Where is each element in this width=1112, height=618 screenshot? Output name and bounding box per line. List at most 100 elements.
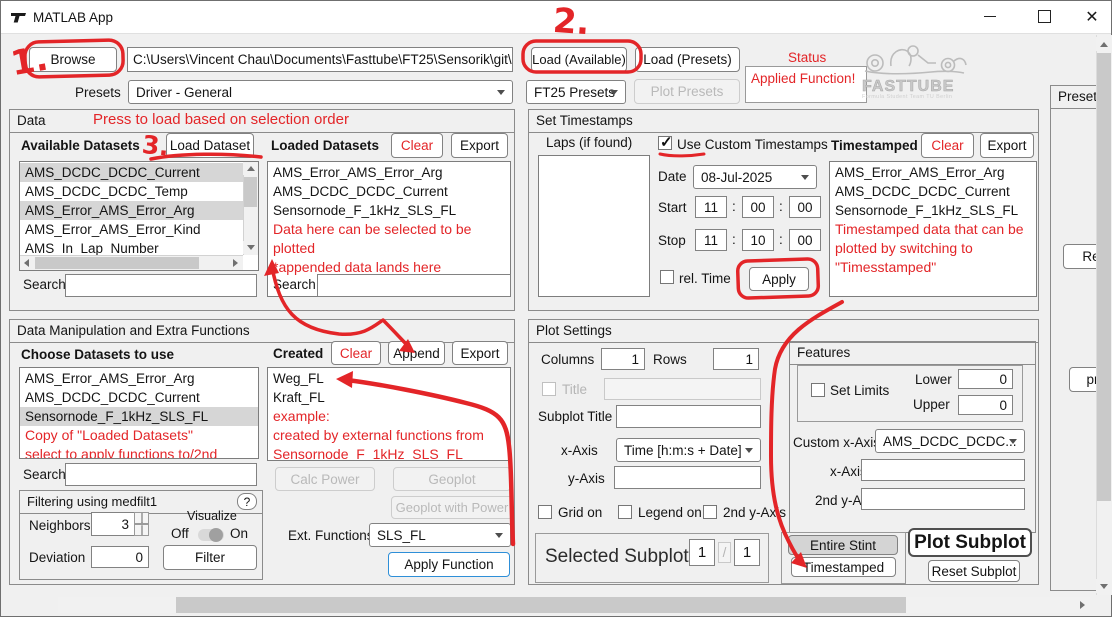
list-item[interactable]: AMS_DCDC_DCDC_Current: [20, 163, 258, 182]
clear-loaded-button[interactable]: Clear: [391, 133, 443, 158]
apply-timestamps-button[interactable]: Apply: [749, 267, 809, 291]
clear-timestamped-button[interactable]: Clear: [921, 133, 974, 158]
ft25-presets-dropdown[interactable]: FT25 Presets: [526, 80, 626, 104]
available-search-input[interactable]: [65, 274, 257, 297]
subplot-title-field[interactable]: [616, 405, 761, 428]
scroll-down-arrow[interactable]: [243, 241, 258, 254]
export-timestamped-button[interactable]: Export: [980, 133, 1034, 158]
ext-functions-dropdown[interactable]: SLS_FL: [369, 523, 511, 547]
title-field[interactable]: [604, 378, 761, 400]
list-item[interactable]: Sensornode_F_1kHz_SLS_FL: [268, 201, 510, 220]
lower-field[interactable]: 0: [958, 369, 1013, 389]
deviation-field[interactable]: 0: [91, 546, 149, 568]
grid-on-checkbox[interactable]: [538, 505, 552, 519]
list-item[interactable]: Kraft_FL: [268, 388, 510, 407]
apply-function-button[interactable]: Apply Function: [388, 552, 510, 577]
loaded-search-input[interactable]: [317, 274, 511, 297]
rows-field[interactable]: 1: [713, 348, 759, 370]
filter-button[interactable]: Filter: [163, 545, 257, 570]
list-item[interactable]: AMS_DCDC_DCDC_Current: [20, 388, 258, 407]
reset-subplot-button[interactable]: Reset Subplot: [928, 560, 1020, 582]
list-item[interactable]: Sensornode_F_1kHz_SLS_FL: [830, 201, 1036, 220]
list-item[interactable]: AMS_DCDC_DCDC_Current: [830, 182, 1036, 201]
title-checkbox[interactable]: [542, 382, 556, 396]
stop-second-field[interactable]: 00: [789, 229, 821, 251]
calc-power-button[interactable]: Calc Power: [275, 467, 375, 491]
stop-hour-field[interactable]: 11: [695, 229, 727, 251]
plot-subplot-button[interactable]: Plot Subplot: [908, 528, 1032, 557]
maximize-button[interactable]: [1027, 3, 1061, 30]
list-item[interactable]: AMS_DCDC_DCDC_Current: [268, 182, 510, 201]
load-presets-button[interactable]: Load (Presets): [635, 47, 740, 72]
geoplot-with-power-button[interactable]: Geoplot with Power: [391, 496, 513, 519]
append-button[interactable]: Append: [388, 341, 445, 365]
visualize-toggle[interactable]: [198, 529, 224, 541]
export-loaded-button[interactable]: Export: [451, 133, 508, 158]
list-item[interactable]: AMS_Error_AMS_Error_Arg: [20, 369, 258, 388]
list-item[interactable]: Sensornode_F_1kHz_SLS_FL: [268, 445, 510, 461]
scroll-right-arrow[interactable]: [1074, 597, 1090, 613]
browse-button[interactable]: Browse: [29, 47, 117, 72]
list-item[interactable]: Weg_FL: [268, 369, 510, 388]
list-item[interactable]: AMS_DCDC_DCDC_Temp: [20, 182, 258, 201]
file-path-field[interactable]: C:\Users\Vincent Chau\Documents\Fasttube…: [127, 47, 513, 72]
scroll-right-arrow[interactable]: [228, 256, 242, 269]
subplot-total-field[interactable]: 1: [734, 539, 760, 566]
list-item[interactable]: AMS_Error_AMS_Error_Arg: [268, 163, 510, 182]
list-item[interactable]: Timestamped data that can be plotted by …: [830, 220, 1036, 277]
laps-list[interactable]: [538, 155, 650, 297]
y-axis-field[interactable]: [614, 466, 761, 489]
help-button[interactable]: ?: [237, 493, 257, 510]
list-item[interactable]: Sensornode_F_1kHz_SLS_FL: [20, 407, 258, 426]
list-item[interactable]: AMS_Error_AMS_Error_Arg: [20, 201, 258, 220]
list-item[interactable]: created by external functions from: [268, 426, 510, 445]
close-button[interactable]: ✕: [1075, 3, 1109, 30]
stop-minute-field[interactable]: 10: [742, 229, 774, 251]
neighbors-stepper[interactable]: 3: [91, 512, 135, 536]
x-axis-dropdown[interactable]: Time [h:m:s + Date]: [616, 438, 761, 462]
columns-field[interactable]: 1: [601, 348, 645, 370]
start-minute-field[interactable]: 00: [742, 196, 774, 218]
features-2nd-y-field[interactable]: [861, 488, 1025, 510]
hscroll-thumb[interactable]: [176, 597, 906, 613]
minimize-button[interactable]: [973, 3, 1007, 30]
list-item[interactable]: AMS_Error_AMS_Error_Kind: [20, 220, 258, 239]
geoplot-button[interactable]: Geoplot: [393, 467, 511, 491]
plot-presets-button[interactable]: Plot Presets: [634, 79, 740, 104]
start-hour-field[interactable]: 11: [695, 196, 727, 218]
list-item[interactable]: select to apply functions to/2nd yaxis: [20, 445, 258, 459]
second-y-axis-checkbox[interactable]: [703, 505, 717, 519]
scroll-down-arrow[interactable]: [1096, 579, 1112, 593]
load-available-button[interactable]: Load (Available): [531, 47, 627, 72]
spinner-down-icon[interactable]: [134, 524, 149, 536]
list-item[interactable]: Data here can be selected to be plotted: [268, 220, 510, 258]
toggle-knob[interactable]: [209, 528, 223, 542]
list-item[interactable]: Copy of "Loaded Datasets": [20, 426, 258, 445]
export-created-button[interactable]: Export: [452, 341, 508, 365]
timestamped-button[interactable]: Timestamped: [791, 557, 896, 577]
list-item[interactable]: AMS_Error_AMS_Error_Arg: [830, 163, 1036, 182]
spinner-up-icon[interactable]: [134, 512, 149, 524]
hscroll-thumb[interactable]: [35, 257, 199, 269]
use-custom-timestamps-checkbox[interactable]: [658, 136, 672, 150]
rel-time-checkbox[interactable]: [660, 270, 674, 284]
vscroll-thumb[interactable]: [244, 177, 257, 207]
scroll-up-arrow[interactable]: [243, 162, 258, 175]
set-limits-checkbox[interactable]: [811, 383, 825, 397]
subplot-index-field[interactable]: 1: [689, 539, 715, 566]
choose-search-input[interactable]: [65, 463, 257, 486]
neighbors-spinner-arrows[interactable]: [134, 512, 149, 536]
clear-created-button[interactable]: Clear: [331, 341, 381, 365]
scroll-left-arrow[interactable]: [20, 256, 33, 269]
upper-field[interactable]: 0: [958, 395, 1013, 415]
legend-on-checkbox[interactable]: [618, 505, 632, 519]
custom-x-axis-dropdown[interactable]: AMS_DCDC_DCDC...: [875, 429, 1025, 453]
load-dataset-button[interactable]: Load Dataset: [166, 133, 254, 158]
entire-stint-button[interactable]: Entire Stint: [788, 535, 898, 555]
presets-dropdown[interactable]: Driver - General: [128, 80, 513, 104]
list-item[interactable]: example:: [268, 407, 510, 426]
vscroll-thumb[interactable]: [1097, 53, 1111, 501]
features-x-axis-field[interactable]: [861, 459, 1025, 481]
date-dropdown[interactable]: 08-Jul-2025: [693, 165, 817, 189]
scroll-up-arrow[interactable]: [1096, 37, 1112, 51]
